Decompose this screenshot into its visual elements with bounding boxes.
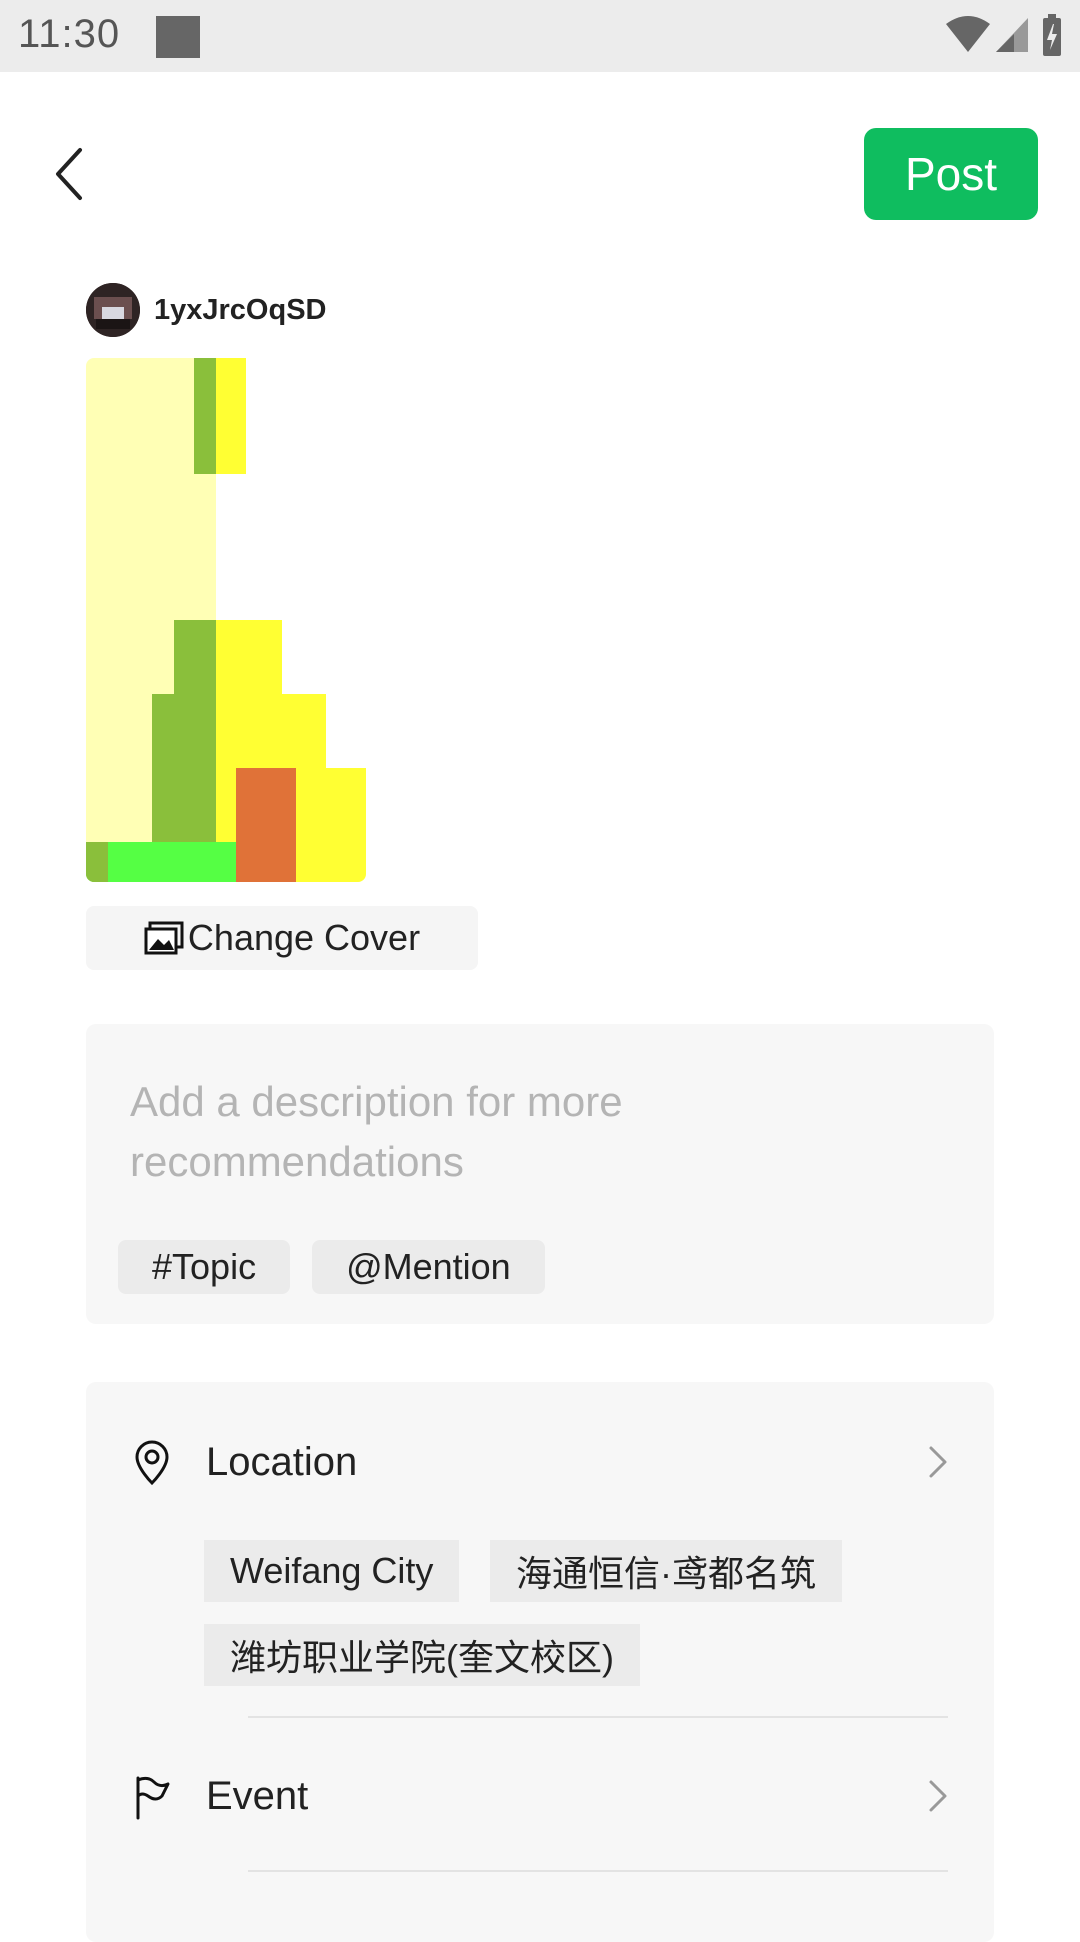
back-button[interactable]	[50, 146, 100, 206]
status-time: 11:30	[18, 12, 121, 56]
description-placeholder: Add a description for more recommendatio…	[130, 1078, 623, 1185]
status-bar: 11:30	[0, 0, 1080, 72]
location-pin-icon	[135, 1440, 169, 1486]
post-button[interactable]: Post	[864, 128, 1038, 220]
signal-icon	[996, 18, 1028, 52]
avatar	[86, 283, 140, 337]
description-input[interactable]: Add a description for more recommendatio…	[86, 1024, 994, 1324]
location-row[interactable]: Location	[86, 1422, 994, 1502]
user-row: 1yxJrcOqSD	[86, 283, 327, 337]
battery-icon	[1043, 14, 1061, 56]
location-chip[interactable]: 潍坊职业学院(奎文校区)	[204, 1624, 640, 1686]
change-cover-button[interactable]: Change Cover	[86, 906, 478, 970]
wifi-icon	[946, 16, 990, 52]
cover-image[interactable]	[86, 358, 366, 882]
flag-icon	[136, 1776, 170, 1820]
mention-chip[interactable]: @Mention	[312, 1240, 545, 1294]
chevron-right-icon	[929, 1780, 947, 1812]
location-chip[interactable]: 海通恒信·鸢都名筑	[490, 1540, 842, 1602]
description-chips: #Topic @Mention	[118, 1240, 545, 1294]
chevron-right-icon	[929, 1446, 947, 1478]
image-icon	[144, 921, 184, 955]
change-cover-label: Change Cover	[187, 917, 421, 958]
event-row[interactable]: Event	[86, 1756, 994, 1836]
location-chip[interactable]: Weifang City	[204, 1540, 460, 1602]
chevron-left-icon	[56, 148, 82, 200]
username: 1yxJrcOqSD	[154, 293, 327, 326]
notification-icon	[156, 16, 200, 58]
event-label: Event	[206, 1774, 309, 1818]
location-label: Location	[206, 1440, 358, 1484]
divider	[248, 1716, 948, 1718]
options-card: Location Weifang City 海通恒信·鸢都名筑 潍坊职业学院(奎…	[86, 1382, 994, 1942]
topic-chip[interactable]: #Topic	[118, 1240, 291, 1294]
divider	[248, 1870, 948, 1872]
